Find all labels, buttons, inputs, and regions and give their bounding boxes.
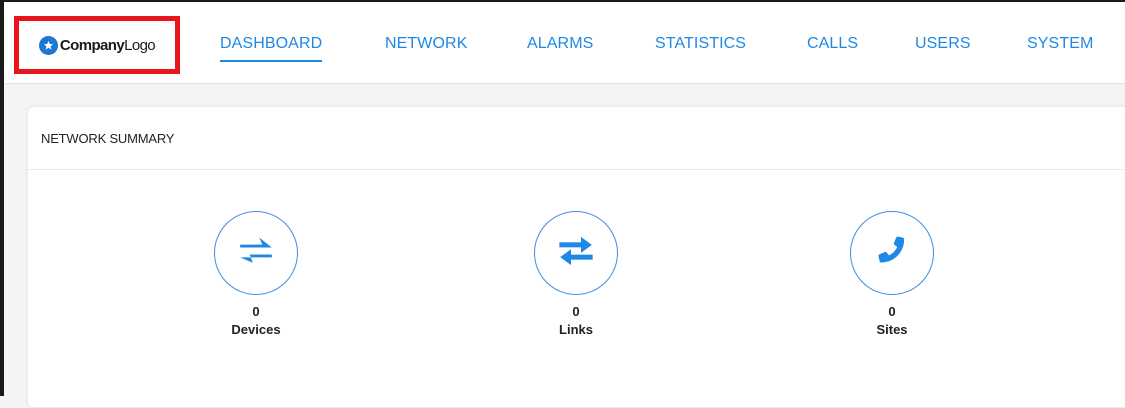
arrows-exchange-icon [556, 231, 596, 276]
nav-item-users[interactable]: USERS [915, 35, 971, 53]
sites-label: Sites [876, 322, 908, 337]
devices-label: Devices [231, 322, 281, 337]
nav-item-network[interactable]: NETWORK [385, 35, 467, 53]
main-nav: DASHBOARD NETWORK ALARMS STATISTICS CALL… [4, 2, 1125, 83]
nav-item-system[interactable]: SYSTEM [1027, 35, 1093, 53]
devices-icon-button[interactable] [214, 211, 298, 295]
nav-item-statistics[interactable]: STATISTICS [655, 35, 746, 53]
phone-icon [874, 233, 910, 274]
nav-item-calls[interactable]: CALLS [807, 35, 858, 53]
stat-devices[interactable]: 0 Devices [196, 211, 316, 337]
links-count: 0 [572, 304, 580, 319]
nav-item-alarms[interactable]: ALARMS [527, 35, 593, 53]
stat-links[interactable]: 0 Links [516, 211, 636, 337]
card-header: NETWORK SUMMARY [28, 107, 1125, 170]
network-summary-card: NETWORK SUMMARY 0 Devices 0 Links 0 Site… [27, 106, 1125, 408]
top-navigation-bar: CompanyLogo DASHBOARD NETWORK ALARMS STA… [4, 2, 1125, 84]
devices-count: 0 [252, 304, 260, 319]
swap-horizontal-icon [237, 232, 275, 275]
card-title: NETWORK SUMMARY [41, 131, 175, 146]
links-label: Links [559, 322, 593, 337]
sites-count: 0 [888, 304, 896, 319]
nav-item-dashboard[interactable]: DASHBOARD [220, 35, 323, 62]
stat-sites[interactable]: 0 Sites [832, 211, 952, 337]
sites-icon-button[interactable] [850, 211, 934, 295]
links-icon-button[interactable] [534, 211, 618, 295]
